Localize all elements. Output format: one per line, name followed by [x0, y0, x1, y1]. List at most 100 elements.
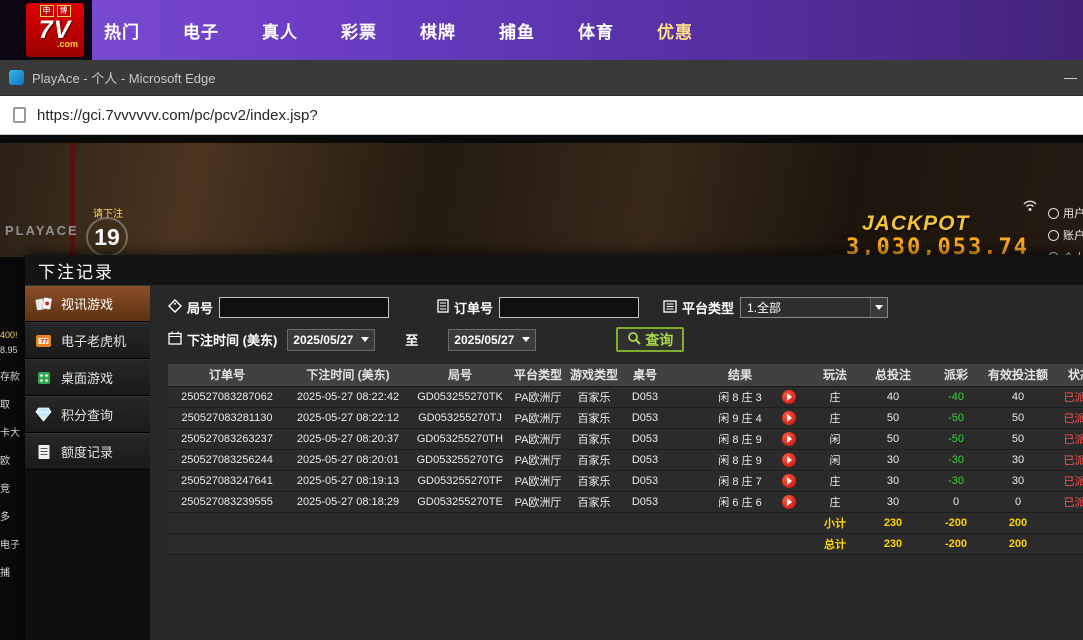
date-to-picker[interactable]: 2025/05/27 — [448, 328, 537, 351]
cell-play: 闲 — [812, 449, 858, 471]
cell-table_no: D053 — [622, 470, 668, 492]
bg-menu-item[interactable]: 用户 — [1048, 205, 1083, 221]
cell-platform: PA欧洲厅 — [510, 491, 566, 513]
cell-platform: PA欧洲厅 — [510, 470, 566, 492]
search-button[interactable]: 查询 — [616, 327, 685, 352]
col-header-12: 状态 — [1052, 364, 1083, 387]
record-row: 250527083263237 2025-05-27 08:20:37 GD0532… — [168, 428, 1083, 450]
nav-item-6[interactable]: 捕鱼 — [499, 18, 535, 43]
dock-item[interactable]: 多 — [0, 508, 25, 523]
slot-machine-icon: 77 — [34, 332, 53, 349]
address-bar: https://gci.7vvvvvv.com/pc/pcv2/index.js… — [0, 96, 1083, 135]
user-icon — [1048, 229, 1059, 241]
nav-item-2[interactable]: 电子 — [183, 18, 219, 43]
nav-item-5[interactable]: 棋牌 — [420, 18, 456, 43]
sidebar-item-label: 积分查询 — [61, 408, 114, 423]
playace-watermark: PLAYACE — [5, 223, 79, 238]
sidebar-item-3[interactable]: 桌面游戏 — [25, 359, 150, 396]
countdown-timer: 19 — [86, 217, 128, 257]
url-text[interactable]: https://gci.7vvvvvv.com/pc/pcv2/index.js… — [37, 107, 318, 124]
records-table: 订单号下注时间 (美东)局号平台类型游戏类型桌号结果玩法总投注派彩有效投注额状态… — [168, 364, 1083, 555]
nav-item-4[interactable]: 彩票 — [341, 18, 377, 43]
sum-empty — [410, 533, 510, 555]
nav-item-7[interactable]: 体育 — [578, 18, 614, 43]
replay-button[interactable] — [782, 452, 796, 467]
calendar-icon — [168, 331, 182, 348]
record-row: 250527083256244 2025-05-27 08:20:01 GD0532… — [168, 449, 1083, 471]
dock-item[interactable]: 8.95 — [0, 345, 25, 355]
cell-time: 2025-05-27 08:19:13 — [286, 470, 410, 492]
cell-total: 30 — [858, 491, 928, 513]
sum-empty — [510, 533, 566, 555]
col-header-2: 下注时间 (美东) — [286, 364, 410, 387]
sidebar-item-1[interactable]: 视讯游戏 — [25, 285, 150, 322]
sum-payout: -200 — [928, 512, 984, 534]
cell-order: 250527083256244 — [168, 449, 286, 471]
cell-platform: PA欧洲厅 — [510, 386, 566, 408]
col-header-8: 玩法 — [812, 364, 858, 387]
nav-item-8[interactable]: 优惠 — [657, 18, 693, 43]
cell-round: GD053255270TH — [410, 428, 510, 450]
sum-empty — [622, 533, 668, 555]
dock-item[interactable]: 竞 — [0, 480, 25, 495]
cell-status: 已派彩 — [1052, 449, 1083, 471]
cell-valid: 50 — [984, 428, 1052, 450]
minimize-button[interactable]: — — [1060, 60, 1081, 95]
dice-icon — [34, 369, 53, 386]
left-dock: 400! 8.95 存款取卡大欧竞多电子捕 — [0, 330, 25, 579]
dock-item[interactable]: 欧 — [0, 452, 25, 467]
nav-item-3[interactable]: 真人 — [262, 18, 298, 43]
cell-payout: -30 — [928, 449, 984, 471]
cell-play: 庄 — [812, 386, 858, 408]
cell-play: 闲 — [812, 428, 858, 450]
sidebar-item-5[interactable]: 额度记录 — [25, 433, 150, 470]
record-row: 250527083281130 2025-05-27 08:22:12 GD0532… — [168, 407, 1083, 429]
dock-item[interactable]: 400! — [0, 330, 25, 340]
bg-menu-item[interactable]: 账户 — [1048, 227, 1083, 243]
result-cell: 闲 8 庄 9 — [668, 428, 812, 450]
dock-item[interactable]: 电子 — [0, 536, 25, 551]
round-input[interactable] — [219, 297, 390, 318]
modal-title: 下注记录 — [25, 255, 1083, 285]
to-label: 至 — [405, 333, 419, 348]
cell-time: 2025-05-27 08:22:12 — [286, 407, 410, 429]
site-logo[interactable]: 申 博 7V .com — [26, 3, 84, 57]
search-button-label: 查询 — [645, 331, 674, 348]
round-label: 局号 — [187, 301, 214, 316]
result-text: 闲 6 庄 6 — [718, 496, 762, 509]
replay-button[interactable] — [782, 473, 796, 488]
replay-button[interactable] — [782, 410, 796, 425]
platform-type-select[interactable]: 1.全部 — [740, 297, 889, 318]
sidebar-item-4[interactable]: 积分查询 — [25, 396, 150, 433]
col-header-7: 结果 — [668, 364, 812, 387]
cell-payout: -50 — [928, 428, 984, 450]
result-text: 闲 8 庄 7 — [718, 475, 762, 488]
sidebar-item-2[interactable]: 77 电子老虎机 — [25, 322, 150, 359]
order-input[interactable] — [499, 297, 640, 318]
col-header-3: 局号 — [410, 364, 510, 387]
dock-item[interactable]: 取 — [0, 396, 25, 411]
sidebar-item-label: 电子老虎机 — [61, 334, 127, 349]
sum-valid: 200 — [984, 512, 1052, 534]
cell-play: 庄 — [812, 407, 858, 429]
cell-play: 庄 — [812, 470, 858, 492]
jackpot-label: JACKPOT — [862, 212, 970, 235]
date-from-value: 2025/05/27 — [293, 332, 354, 347]
cell-round: GD053255270TF — [410, 470, 510, 492]
cell-payout: -50 — [928, 407, 984, 429]
user-icon — [1048, 207, 1059, 219]
cell-valid: 50 — [984, 407, 1052, 429]
replay-button[interactable] — [782, 389, 796, 404]
cell-order: 250527083239555 — [168, 491, 286, 513]
cell-status: 已派彩 — [1052, 428, 1083, 450]
dock-item[interactable]: 卡大 — [0, 424, 25, 439]
dock-item[interactable]: 存款 — [0, 368, 25, 383]
date-from-picker[interactable]: 2025/05/27 — [287, 328, 376, 351]
replay-button[interactable] — [782, 494, 796, 509]
nav-item-1[interactable]: 热门 — [104, 18, 140, 43]
chevron-down-icon — [361, 337, 370, 342]
replay-button[interactable] — [782, 431, 796, 446]
sum-label: 小计 — [812, 512, 858, 534]
dock-item[interactable]: 捕 — [0, 564, 25, 579]
browser-app-icon — [9, 70, 24, 85]
